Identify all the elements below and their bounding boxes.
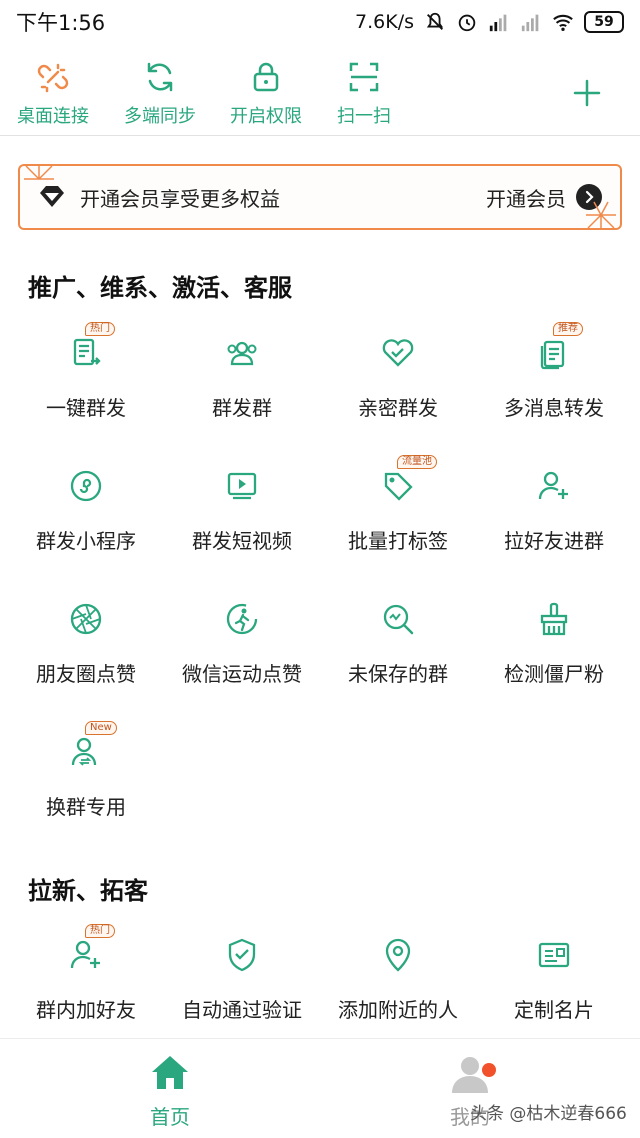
alarm-icon bbox=[458, 14, 476, 32]
mute-bell-icon bbox=[426, 12, 444, 30]
document-send-icon bbox=[73, 338, 101, 366]
group-users-icon bbox=[227, 341, 257, 366]
heart-icon bbox=[382, 339, 414, 367]
grid-item-label: 群发短视频 bbox=[192, 529, 292, 553]
grid-item-unsaved-groups[interactable]: 未保存的群 bbox=[318, 586, 478, 706]
add-user-icon bbox=[70, 940, 100, 969]
status-bar: 下午1:56 7.6K/s 59 bbox=[0, 0, 640, 44]
quick-multi-sync-label: 多端同步 bbox=[124, 106, 196, 127]
grid-item-zombie-check[interactable]: 检测僵尸粉 bbox=[474, 586, 634, 706]
grid-item-label: 群发群 bbox=[212, 396, 272, 420]
grid-item-label: 换群专用 bbox=[46, 795, 126, 819]
nav-home-label: 首页 bbox=[150, 1105, 190, 1129]
recommend-badge: 推荐 bbox=[553, 322, 583, 336]
quick-scan-label: 扫一扫 bbox=[337, 106, 391, 127]
network-speed: 7.6K/s bbox=[355, 11, 414, 33]
running-icon bbox=[226, 603, 258, 635]
home-icon bbox=[152, 1056, 188, 1089]
grid-item-invite-friends[interactable]: 拉好友进群 bbox=[474, 453, 634, 573]
banner-text: 开通会员享受更多权益 bbox=[80, 186, 280, 211]
grid-item-group-send[interactable]: 群发群 bbox=[162, 320, 322, 440]
status-time: 下午1:56 bbox=[16, 11, 106, 35]
sync-icon bbox=[147, 62, 173, 92]
battery-indicator: 59 bbox=[584, 11, 624, 33]
member-banner[interactable]: 开通会员享受更多权益 开通会员 bbox=[18, 164, 622, 230]
quick-desktop-connect-label: 桌面连接 bbox=[17, 106, 89, 127]
location-pin-icon bbox=[385, 938, 411, 972]
grid-item-label: 定制名片 bbox=[514, 998, 594, 1022]
documents-icon bbox=[540, 340, 565, 370]
new-badge: New bbox=[85, 721, 117, 735]
user-switch-icon bbox=[71, 737, 97, 766]
hot-badge: 热门 bbox=[85, 322, 115, 336]
plus-icon[interactable] bbox=[572, 78, 602, 108]
link-broken-icon bbox=[37, 63, 69, 93]
tag-icon bbox=[384, 472, 413, 501]
quick-multi-sync[interactable]: 多端同步 bbox=[110, 60, 210, 128]
grid-item-auto-verify[interactable]: 自动通过验证 bbox=[162, 922, 322, 1042]
shield-check-icon bbox=[228, 938, 256, 972]
firework-icon bbox=[586, 201, 616, 230]
signal-hd-icon bbox=[489, 14, 507, 32]
notification-dot bbox=[482, 1063, 496, 1077]
traffic-pool-badge: 流量池 bbox=[397, 455, 437, 469]
section-title-promotion: 推广、维系、激活、客服 bbox=[28, 274, 292, 302]
grid-item-label: 一键群发 bbox=[46, 396, 126, 420]
add-user-icon bbox=[538, 471, 568, 500]
grid-item-label: 朋友圈点赞 bbox=[36, 662, 136, 686]
section-title-acquisition: 拉新、拓客 bbox=[28, 877, 148, 905]
quick-scan[interactable]: 扫一扫 bbox=[314, 60, 414, 128]
grid-item-label: 添加附近的人 bbox=[338, 998, 458, 1022]
grid-item-custom-card[interactable]: 定制名片 bbox=[474, 922, 634, 1042]
grid-item-label: 亲密群发 bbox=[358, 396, 438, 420]
watermark: 头条 @枯木逆春666 bbox=[470, 1104, 627, 1124]
grid-item-switch-group[interactable]: New 换群专用 bbox=[6, 719, 166, 839]
grid-item-label: 微信运动点赞 bbox=[182, 662, 302, 686]
grid-item-label: 批量打标签 bbox=[348, 529, 448, 553]
grid-item-label: 群发小程序 bbox=[36, 529, 136, 553]
signal-icon bbox=[521, 14, 539, 32]
scan-icon bbox=[349, 62, 379, 92]
quick-action-bar: 桌面连接 多端同步 开启权限 扫一扫 bbox=[0, 52, 640, 136]
grid-item-moments-like[interactable]: 朋友圈点赞 bbox=[6, 586, 166, 706]
nav-home[interactable]: 首页 bbox=[130, 1053, 210, 1130]
grid-item-multi-forward[interactable]: 推荐 多消息转发 bbox=[474, 320, 634, 440]
brush-icon bbox=[540, 602, 568, 636]
lock-icon bbox=[253, 62, 279, 92]
grid-item-batch-tag[interactable]: 流量池 批量打标签 bbox=[318, 453, 478, 573]
search-icon bbox=[383, 604, 414, 635]
grid-item-label: 拉好友进群 bbox=[504, 529, 604, 553]
aperture-icon bbox=[70, 603, 102, 635]
quick-permission-label: 开启权限 bbox=[230, 106, 302, 127]
grid-item-label: 多消息转发 bbox=[504, 396, 604, 420]
grid-item-group-add-friends[interactable]: 热门 群内加好友 bbox=[6, 922, 166, 1042]
grid-item-short-video[interactable]: 群发短视频 bbox=[162, 453, 322, 573]
status-icons: 7.6K/s 59 bbox=[355, 11, 624, 33]
quick-desktop-connect[interactable]: 桌面连接 bbox=[3, 60, 103, 128]
wifi-icon bbox=[553, 14, 573, 31]
grid-item-mini-program[interactable]: 群发小程序 bbox=[6, 453, 166, 573]
grid-item-nearby-people[interactable]: 添加附近的人 bbox=[318, 922, 478, 1042]
grid-item-mass-send[interactable]: 热门 一键群发 bbox=[6, 320, 166, 440]
business-card-icon bbox=[538, 942, 570, 968]
bottom-nav: 首页 我的 头条 @枯木逆春666 bbox=[0, 1038, 640, 1138]
firework-icon bbox=[24, 164, 54, 180]
grid-item-label: 自动通过验证 bbox=[182, 998, 302, 1022]
quick-permission[interactable]: 开启权限 bbox=[216, 60, 316, 128]
banner-cta[interactable]: 开通会员 bbox=[486, 183, 566, 212]
grid-item-label: 未保存的群 bbox=[348, 662, 448, 686]
grid-item-sport-like[interactable]: 微信运动点赞 bbox=[162, 586, 322, 706]
mini-program-icon bbox=[70, 470, 102, 502]
grid-item-intimate-send[interactable]: 亲密群发 bbox=[318, 320, 478, 440]
video-icon bbox=[227, 472, 257, 500]
grid-item-label: 检测僵尸粉 bbox=[504, 662, 604, 686]
hot-badge: 热门 bbox=[85, 924, 115, 938]
grid-item-label: 群内加好友 bbox=[36, 998, 136, 1022]
